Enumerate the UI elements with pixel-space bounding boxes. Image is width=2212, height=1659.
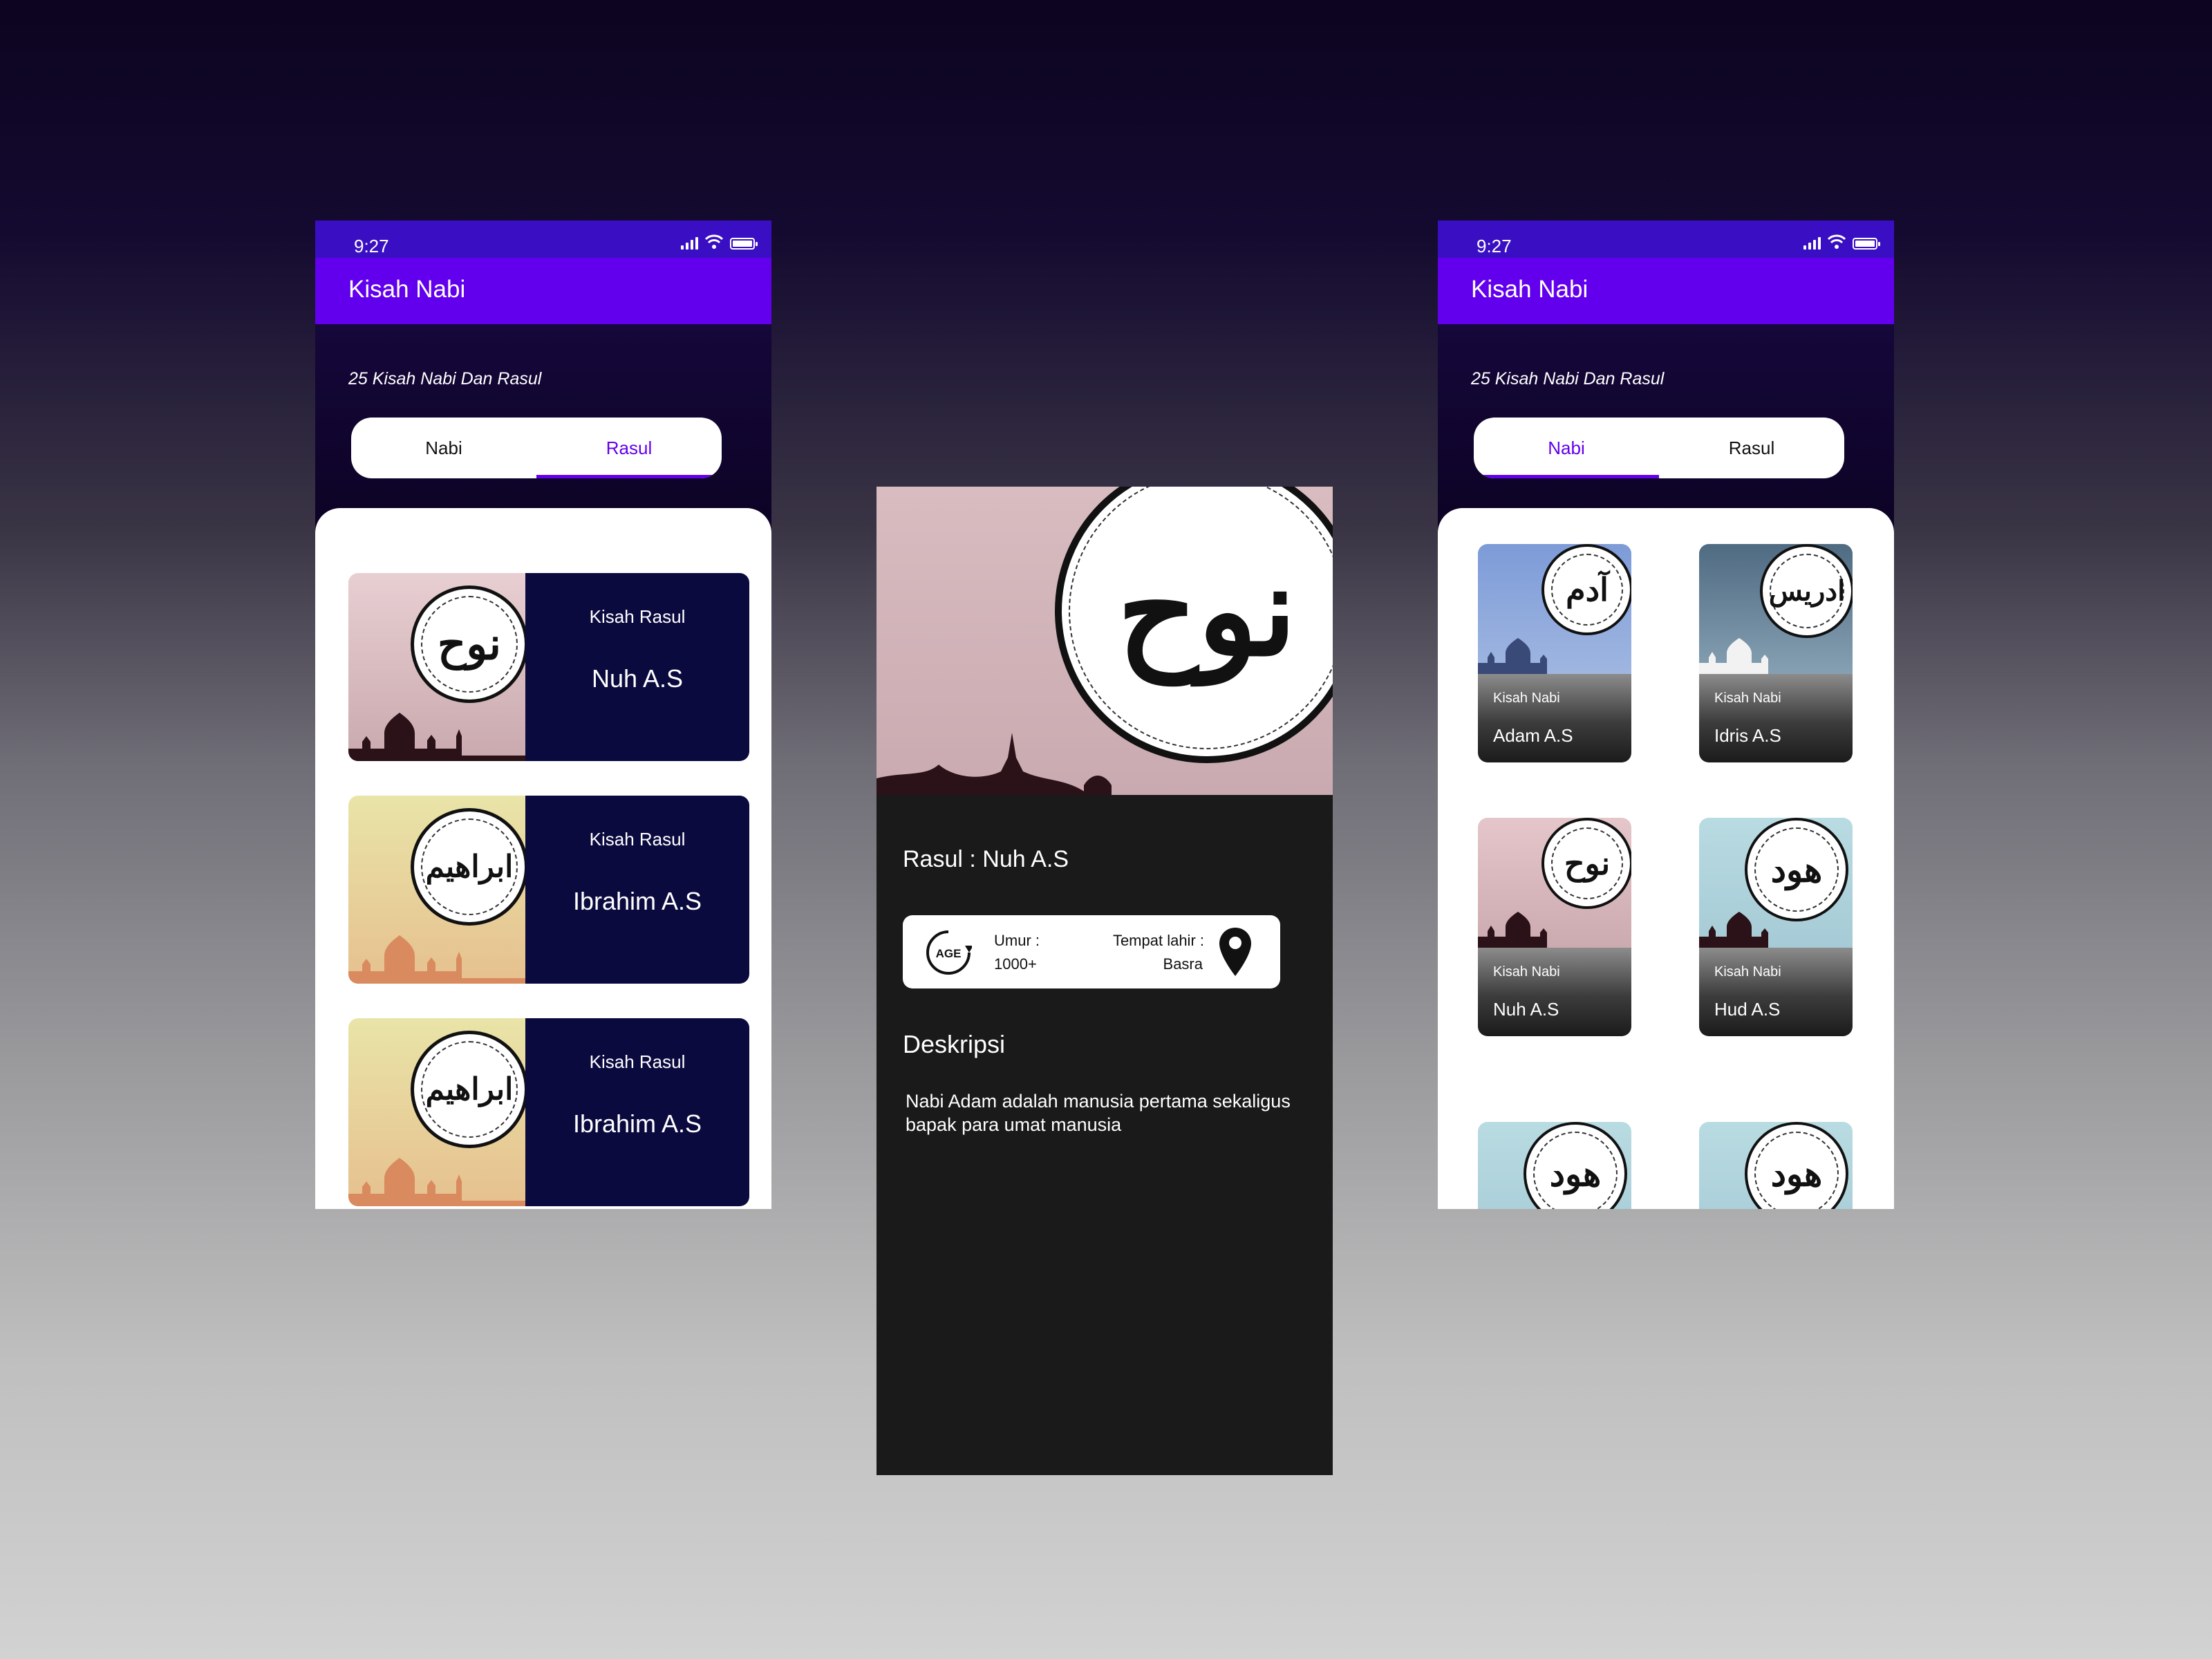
status-bar: 9:27 bbox=[1438, 221, 1894, 258]
description-text: Nabi Adam adalah manusia pertama sekalig… bbox=[906, 1091, 1291, 1135]
umur-label: Umur : bbox=[994, 932, 1040, 949]
calligraphy-medallion: آدم bbox=[1541, 544, 1631, 635]
calligraphy-medallion: ابراهيم bbox=[411, 1031, 525, 1148]
calligraphy-medallion: نوح bbox=[411, 585, 525, 703]
calligraphy-medallion: ادريس bbox=[1760, 544, 1853, 638]
detail-screen: نوح Rasul : Nuh A.S AGE Umur : 1000+ Tem… bbox=[877, 487, 1333, 1475]
card-footer: Kisah Nabi Idris A.S bbox=[1699, 674, 1853, 762]
tab-rasul[interactable]: Rasul bbox=[536, 418, 722, 478]
hud-calligraphy-image: هود bbox=[1699, 1122, 1853, 1209]
status-bar: 9:27 bbox=[315, 221, 771, 258]
tempat-lahir-label: Tempat lahir : bbox=[1112, 932, 1204, 949]
info-box: AGE Umur : 1000+ Tempat lahir : Basra bbox=[903, 915, 1280, 988]
card-footer: Kisah Nabi Adam A.S bbox=[1478, 674, 1631, 762]
calligraphy-medallion: هود bbox=[1745, 818, 1848, 921]
tab-nabi[interactable]: Nabi bbox=[351, 418, 536, 478]
battery-icon bbox=[1853, 238, 1880, 250]
nabi-card-hud[interactable]: هود Kisah Nabi Hud A.S bbox=[1699, 818, 1853, 1036]
nabi-card-partial[interactable]: هود bbox=[1699, 1122, 1853, 1209]
mosque-silhouette bbox=[348, 713, 525, 761]
nabi-card-nuh[interactable]: نوح Kisah Nabi Nuh A.S bbox=[1478, 818, 1631, 1036]
content-sheet: آدم Kisah Nabi Adam A.S ادريس Kisah Nabi… bbox=[1438, 508, 1894, 1209]
card-kicker: Kisah Nabi bbox=[1493, 691, 1560, 706]
description-heading: Deskripsi bbox=[903, 1030, 1006, 1058]
hud-calligraphy-image: هود bbox=[1478, 1122, 1631, 1209]
tab-rasul[interactable]: Rasul bbox=[1659, 418, 1844, 478]
rasul-card-ibrahim-2[interactable]: ابراهيم Kisah Rasul Ibrahim A.S bbox=[348, 1018, 749, 1206]
card-name: Idris A.S bbox=[1714, 725, 1781, 746]
app-bar: Kisah Nabi bbox=[1438, 258, 1894, 324]
card-name: Nuh A.S bbox=[1493, 999, 1559, 1020]
tab-switcher: Nabi Rasul bbox=[351, 418, 722, 478]
card-name: Adam A.S bbox=[1493, 725, 1573, 746]
svg-text:AGE: AGE bbox=[936, 947, 962, 960]
calligraphy-medallion: نوح bbox=[1541, 818, 1631, 909]
card-name: Nuh A.S bbox=[591, 664, 684, 693]
mosque-silhouette bbox=[1478, 912, 1547, 948]
nabi-card-adam[interactable]: آدم Kisah Nabi Adam A.S bbox=[1478, 544, 1631, 762]
content-sheet: نوح Kisah Rasul Nuh A.S ابراهيم Kisah Ra… bbox=[315, 508, 771, 1209]
ibrahim-calligraphy-image: ابراهيم bbox=[348, 796, 525, 984]
ibrahim-calligraphy-image: ابراهيم bbox=[348, 1018, 525, 1206]
calligraphy-medallion: هود bbox=[1524, 1122, 1627, 1209]
tempat-lahir-value: Basra bbox=[1163, 955, 1203, 973]
rasul-card-ibrahim[interactable]: ابراهيم Kisah Rasul Ibrahim A.S bbox=[348, 796, 749, 984]
card-info: Kisah Rasul Nuh A.S bbox=[525, 573, 749, 761]
nuh-calligraphy-image: نوح bbox=[348, 573, 525, 761]
tab-nabi[interactable]: Nabi bbox=[1474, 418, 1659, 478]
rasul-list-screen: 9:27 Kisah Nabi 25 Kisah Nabi Dan Rasul … bbox=[315, 221, 771, 1209]
status-icons bbox=[681, 234, 758, 250]
card-name: Ibrahim A.S bbox=[572, 1109, 702, 1138]
status-time: 9:27 bbox=[354, 236, 389, 256]
app-title: Kisah Nabi bbox=[1471, 276, 1588, 303]
signal-icon bbox=[681, 234, 698, 250]
card-kicker: Kisah Rasul bbox=[589, 606, 686, 627]
card-kicker: Kisah Nabi bbox=[1714, 964, 1781, 980]
card-name: Hud A.S bbox=[1714, 999, 1781, 1020]
adam-calligraphy-image: آدم bbox=[1478, 544, 1631, 674]
card-name: Ibrahim A.S bbox=[572, 887, 702, 915]
card-kicker: Kisah Rasul bbox=[589, 829, 686, 850]
rasul-card-nuh[interactable]: نوح Kisah Rasul Nuh A.S bbox=[348, 573, 749, 761]
card-kicker: Kisah Rasul bbox=[589, 1051, 686, 1072]
app-bar: Kisah Nabi bbox=[315, 258, 771, 324]
nabi-card-partial[interactable]: هود bbox=[1478, 1122, 1631, 1209]
card-info: Kisah Rasul Ibrahim A.S bbox=[525, 796, 749, 984]
status-icons bbox=[1803, 234, 1880, 250]
idris-calligraphy-image: ادريس bbox=[1699, 544, 1853, 674]
wifi-icon bbox=[705, 234, 723, 249]
tab-switcher: Nabi Rasul bbox=[1474, 418, 1844, 478]
mosque-silhouette bbox=[1478, 638, 1547, 674]
card-info: Kisah Rasul Ibrahim A.S bbox=[525, 1018, 749, 1206]
signal-icon bbox=[1803, 234, 1821, 250]
age-icon: AGE bbox=[926, 930, 972, 975]
hero-image: نوح bbox=[877, 487, 1333, 795]
mosque-silhouette bbox=[348, 935, 525, 984]
card-kicker: Kisah Nabi bbox=[1493, 964, 1560, 980]
status-time: 9:27 bbox=[1477, 236, 1512, 256]
mosque-silhouette bbox=[1699, 638, 1768, 674]
wifi-icon bbox=[1828, 234, 1846, 249]
battery-icon bbox=[730, 238, 758, 250]
nabi-card-idris[interactable]: ادريس Kisah Nabi Idris A.S bbox=[1699, 544, 1853, 762]
nabi-grid-screen: 9:27 Kisah Nabi 25 Kisah Nabi Dan Rasul … bbox=[1438, 221, 1894, 1209]
card-footer: Kisah Nabi Nuh A.S bbox=[1478, 948, 1631, 1036]
nuh-calligraphy-image: نوح bbox=[1478, 818, 1631, 948]
page-subtitle: 25 Kisah Nabi Dan Rasul bbox=[348, 369, 542, 388]
calligraphy-medallion: ابراهيم bbox=[411, 808, 525, 926]
mosque-silhouette bbox=[348, 1158, 525, 1206]
calligraphy-medallion: هود bbox=[1745, 1122, 1848, 1209]
card-footer: Kisah Nabi Hud A.S bbox=[1699, 948, 1853, 1036]
page-subtitle: 25 Kisah Nabi Dan Rasul bbox=[1471, 369, 1665, 388]
detail-title: Rasul : Nuh A.S bbox=[903, 846, 1069, 872]
umur-value: 1000+ bbox=[994, 955, 1037, 973]
app-title: Kisah Nabi bbox=[348, 276, 466, 303]
hud-calligraphy-image: هود bbox=[1699, 818, 1853, 948]
location-pin-icon bbox=[1219, 928, 1251, 976]
card-kicker: Kisah Nabi bbox=[1714, 691, 1781, 706]
